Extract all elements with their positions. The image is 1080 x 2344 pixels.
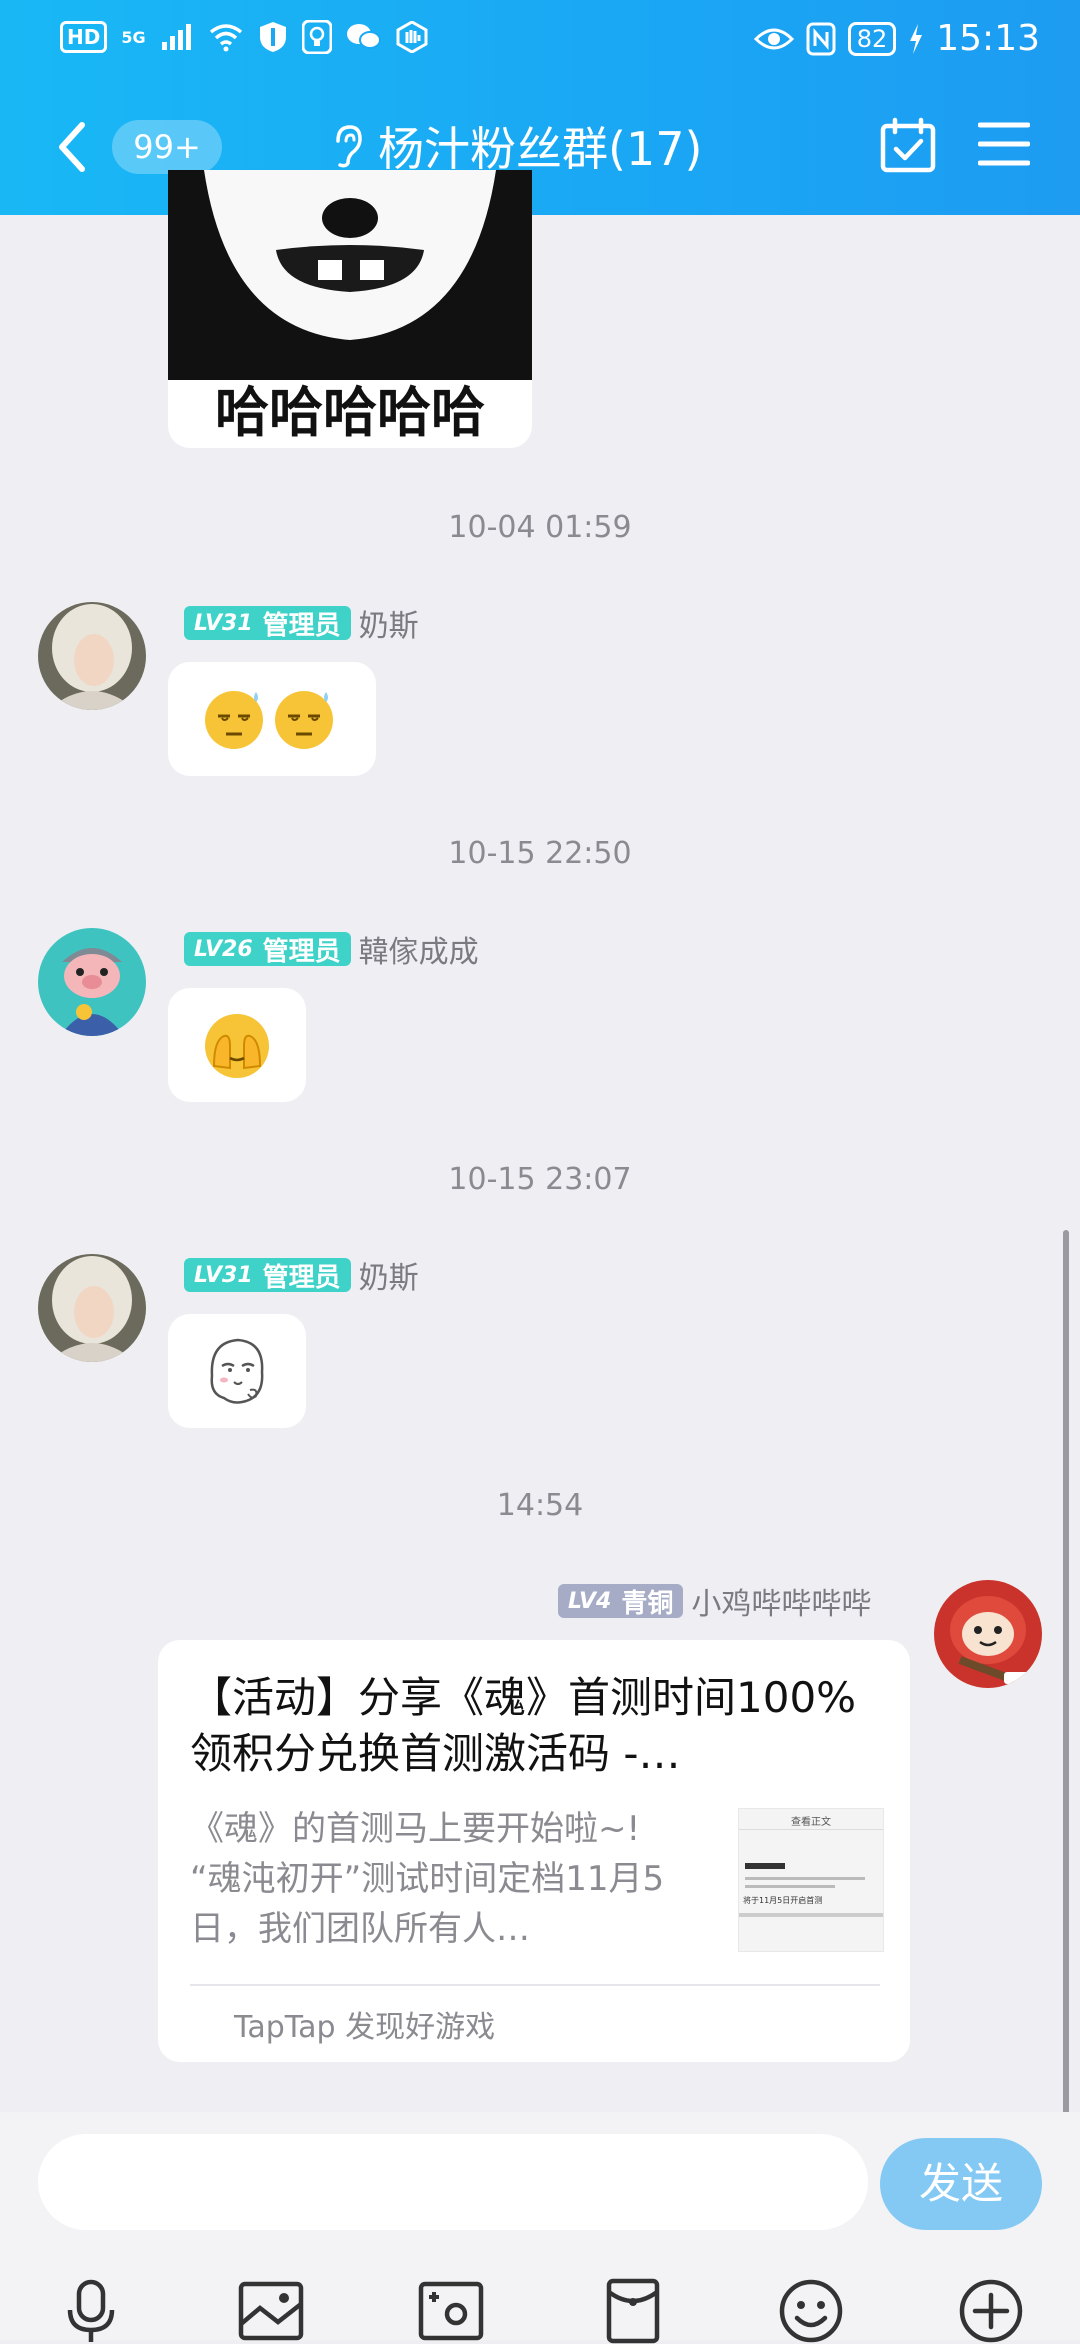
emoji-icon[interactable] [778, 2278, 844, 2344]
admin-badge: LV31 管理员 [184, 1258, 351, 1293]
level-label: LV4 [568, 1588, 612, 1614]
sender-nickname[interactable]: 奶斯 [359, 601, 419, 645]
level-label: LV26 [194, 936, 253, 962]
admin-badge: LV31 管理员 [184, 606, 351, 641]
input-area: 发送 [0, 2112, 1080, 2344]
hand-icon [396, 21, 428, 53]
thumb-line [745, 1885, 835, 1888]
message-timestamp: 10-15 23:07 [448, 1162, 632, 1197]
sticker-message[interactable] [168, 1314, 306, 1428]
ear-icon [336, 125, 362, 168]
thumb-bar [739, 1913, 883, 1917]
red-packet-icon[interactable] [600, 2278, 666, 2344]
sender-nickname[interactable]: 韓傢成成 [359, 927, 479, 971]
back-arrow-icon[interactable] [50, 117, 94, 177]
send-button[interactable]: 发送 [880, 2138, 1042, 2230]
emoji-message[interactable] [168, 988, 306, 1102]
microphone-icon[interactable] [58, 2278, 124, 2344]
signal-icon [161, 24, 191, 50]
card-description: 《魂》的首测马上要开始啦~! “魂沌初开”测试时间定档11月5日，我们团队所有人… [190, 1809, 665, 1949]
thumb-line [745, 1863, 785, 1869]
role-label: 管理员 [262, 1262, 341, 1293]
eye-icon [753, 28, 794, 49]
clock: 15:13 [936, 18, 1040, 59]
level-label: LV31 [194, 1262, 253, 1288]
lightbulb-icon [301, 20, 332, 54]
lion-mascot-avatar [934, 1580, 1042, 1688]
shared-link-card[interactable]: 【活动】分享《魂》首测时间100%领积分兑换首测激活码 -… 《魂》的首测马上要… [158, 1640, 910, 2062]
sender-nickname[interactable]: 奶斯 [359, 1253, 419, 1297]
sender-info: LV31 管理员 奶斯 [184, 1253, 419, 1297]
blonde-girl-avatar [38, 1254, 146, 1362]
hd-indicator: HD [60, 21, 108, 53]
calendar-check-icon[interactable] [880, 117, 936, 173]
card-title: 【活动】分享《魂》首测时间100%领积分兑换首测激活码 -… [190, 1673, 857, 1778]
card-thumbnail: 查看正文 将于11月5日开启首测 [738, 1808, 884, 1952]
admin-badge: LV26 管理员 [184, 932, 351, 967]
sender-nickname[interactable]: 小鸡哔哔哔哔 [691, 1579, 871, 1623]
message-input[interactable] [38, 2134, 868, 2230]
chat-header: HD 5G 82 15:13 99+ 杨汁粉丝群(17) [0, 0, 1080, 215]
card-divider [190, 1984, 880, 1986]
facepalm-emoji-icon [205, 1014, 269, 1078]
message-timestamp: 10-04 01:59 [448, 510, 632, 545]
role-label: 青铜 [621, 1588, 674, 1619]
avatar[interactable] [934, 1580, 1042, 1688]
sticker-caption: 哈哈哈哈哈 [215, 381, 485, 444]
sender-info: LV4 青铜 小鸡哔哔哔哔 [558, 1579, 871, 1623]
nfc-icon [806, 22, 836, 55]
camera-icon[interactable] [418, 2278, 484, 2344]
bronze-badge: LV4 青铜 [558, 1584, 684, 1619]
level-label: LV31 [194, 610, 253, 636]
blonde-girl-avatar [38, 602, 146, 710]
thumb-divider [739, 1829, 883, 1830]
pig-character-avatar [38, 928, 146, 1036]
network-type: 5G [121, 27, 146, 47]
role-label: 管理员 [262, 610, 341, 641]
plus-icon[interactable] [958, 2278, 1024, 2344]
image-icon[interactable] [238, 2278, 304, 2344]
wechat-icon [346, 24, 381, 49]
unread-count-badge[interactable]: 99+ [112, 120, 222, 174]
avatar[interactable] [38, 602, 146, 710]
card-source: TapTap 发现好游戏 [234, 2010, 496, 2045]
chat-scrollbar[interactable] [1063, 1230, 1069, 2115]
thumb-caption: 将于11月5日开启首测 [743, 1896, 823, 1905]
battery-level: 82 [847, 21, 897, 56]
wifi-icon [209, 24, 242, 52]
avatar[interactable] [38, 1254, 146, 1362]
sticker-message[interactable]: 哈哈哈哈哈 [168, 170, 532, 448]
sweat-emoji-icon [205, 691, 333, 749]
panda-face-sticker [168, 170, 532, 380]
thumb-line [745, 1877, 865, 1880]
role-label: 管理员 [262, 936, 341, 967]
message-timestamp: 14:54 [496, 1488, 584, 1523]
message-timestamp: 10-15 22:50 [448, 836, 632, 871]
thumb-heading: 查看正文 [791, 1817, 831, 1828]
charging-icon [910, 23, 923, 54]
sender-info: LV26 管理员 韓傢成成 [184, 927, 479, 971]
emoji-message[interactable] [168, 662, 376, 776]
status-bar: HD 5G 82 15:13 [0, 0, 1080, 80]
status-right: 82 15:13 [753, 18, 1040, 59]
ghost-sticker-icon [210, 1338, 264, 1404]
menu-icon[interactable] [978, 119, 1030, 169]
shield-icon [259, 22, 286, 52]
avatar[interactable] [38, 928, 146, 1036]
sender-info: LV31 管理员 奶斯 [184, 601, 419, 645]
nav-bar: 99+ 杨汁粉丝群(17) [0, 95, 1080, 205]
status-left: HD 5G [60, 20, 428, 54]
